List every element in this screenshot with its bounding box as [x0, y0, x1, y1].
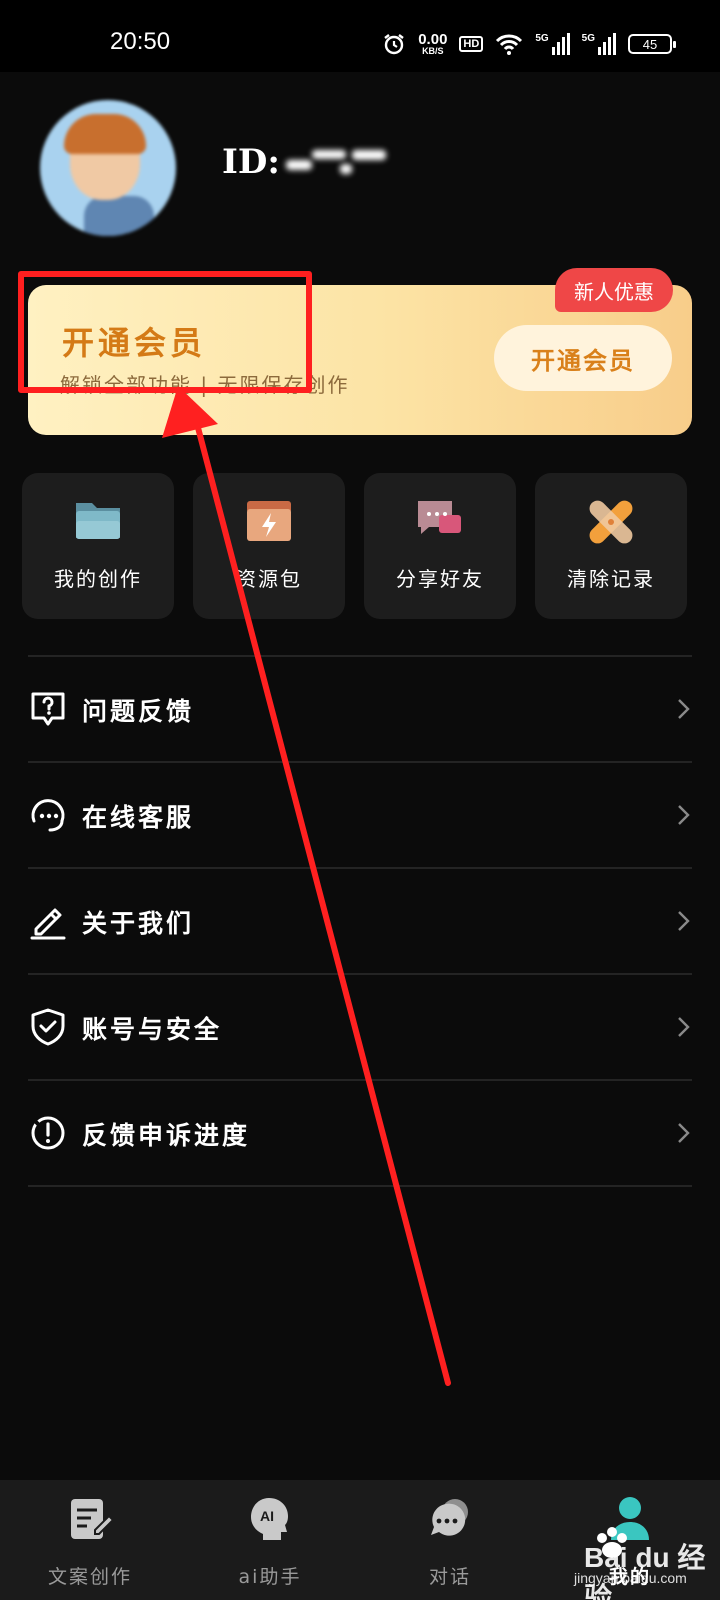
menu-label: 账号与安全: [82, 1015, 223, 1044]
baidu-watermark: Bai du 经验 jingyan.baidu.com: [552, 1527, 720, 1600]
grid-clear-records[interactable]: 清除记录: [535, 473, 687, 619]
battery-icon: 45: [628, 34, 676, 54]
chevron-right-icon: [678, 1017, 690, 1037]
question-feedback-icon: [31, 692, 65, 726]
nav-label: 文案创作: [47, 1566, 132, 1588]
chevron-right-icon: [678, 699, 690, 719]
nav-label: ai助手: [238, 1566, 302, 1588]
user-id-redacted: [282, 146, 392, 182]
signal-icon-2: 5G: [582, 33, 616, 55]
grid-label: 资源包: [236, 567, 302, 591]
nav-tab-copywriting[interactable]: 文案创作: [0, 1480, 180, 1600]
shield-check-icon: [31, 1008, 65, 1046]
status-bar: 20:50 0.00 KB/S HD 5G 5G 45: [0, 0, 720, 72]
chevron-right-icon: [678, 911, 690, 931]
avatar[interactable]: [40, 100, 176, 236]
chat-icon: [431, 1499, 468, 1536]
menu-label: 关于我们: [82, 909, 195, 938]
grid-label: 清除记录: [567, 567, 655, 591]
grid-label: 我的创作: [54, 567, 142, 591]
customer-service-icon: [31, 799, 65, 832]
wifi-icon: [495, 33, 523, 55]
alarm-icon: [382, 32, 406, 56]
menu-item-appeal-progress[interactable]: 反馈申诉进度: [0, 1081, 720, 1185]
grid-resource-pack[interactable]: 资源包: [193, 473, 345, 619]
folder-icon: [76, 503, 120, 539]
grid-share-friends[interactable]: 分享好友: [364, 473, 516, 619]
menu-item-feedback[interactable]: 问题反馈: [0, 657, 720, 761]
nav-tab-ai-assistant[interactable]: AI ai助手: [180, 1480, 360, 1600]
net-speed: 0.00 KB/S: [418, 32, 447, 56]
new-user-badge: 新人优惠: [555, 268, 673, 312]
grid-my-creations[interactable]: 我的创作: [22, 473, 174, 619]
menu-label: 问题反馈: [82, 697, 195, 726]
signal-1-label: 5G: [535, 33, 549, 44]
signal-2-label: 5G: [581, 33, 595, 44]
status-icons: 0.00 KB/S HD 5G 5G 45: [382, 30, 676, 58]
menu-label: 在线客服: [82, 803, 195, 832]
vip-subtitle: 解锁全部功能 | 无限保存创作: [60, 373, 350, 397]
watermark-url: jingyan.baidu.com: [574, 1570, 687, 1586]
hd-icon: HD: [459, 36, 484, 52]
net-speed-value: 0.00: [418, 31, 448, 48]
open-vip-button[interactable]: 开通会员: [494, 325, 672, 391]
watermark-brand: Bai du 经验: [584, 1542, 706, 1600]
chevron-right-icon: [678, 805, 690, 825]
signal-icon-1: 5G: [535, 33, 570, 55]
nav-tab-chat[interactable]: 对话: [360, 1480, 540, 1600]
vip-title: 开通会员: [62, 324, 207, 362]
svg-text:AI: AI: [260, 1508, 274, 1524]
chat-bubble-icon: [418, 501, 461, 534]
grid-label: 分享好友: [396, 567, 484, 591]
ai-head-icon: AI: [251, 1498, 288, 1540]
chevron-right-icon: [678, 1123, 690, 1143]
nav-label: 对话: [428, 1566, 471, 1588]
divider: [28, 1185, 692, 1187]
menu-item-account-security[interactable]: 账号与安全: [0, 975, 720, 1079]
status-time: 20:50: [110, 28, 171, 55]
menu-item-customer-service[interactable]: 在线客服: [0, 763, 720, 867]
menu-label: 反馈申诉进度: [82, 1121, 251, 1150]
exclamation-circle-icon: [31, 1116, 65, 1150]
net-speed-unit: KB/S: [422, 46, 444, 56]
bandage-icon: [589, 500, 633, 544]
document-edit-icon: [71, 1499, 115, 1539]
pencil-icon: [30, 908, 66, 940]
lightning-box-icon: [247, 501, 291, 541]
user-id-label: ID:: [222, 142, 280, 182]
menu-item-about-us[interactable]: 关于我们: [0, 869, 720, 973]
